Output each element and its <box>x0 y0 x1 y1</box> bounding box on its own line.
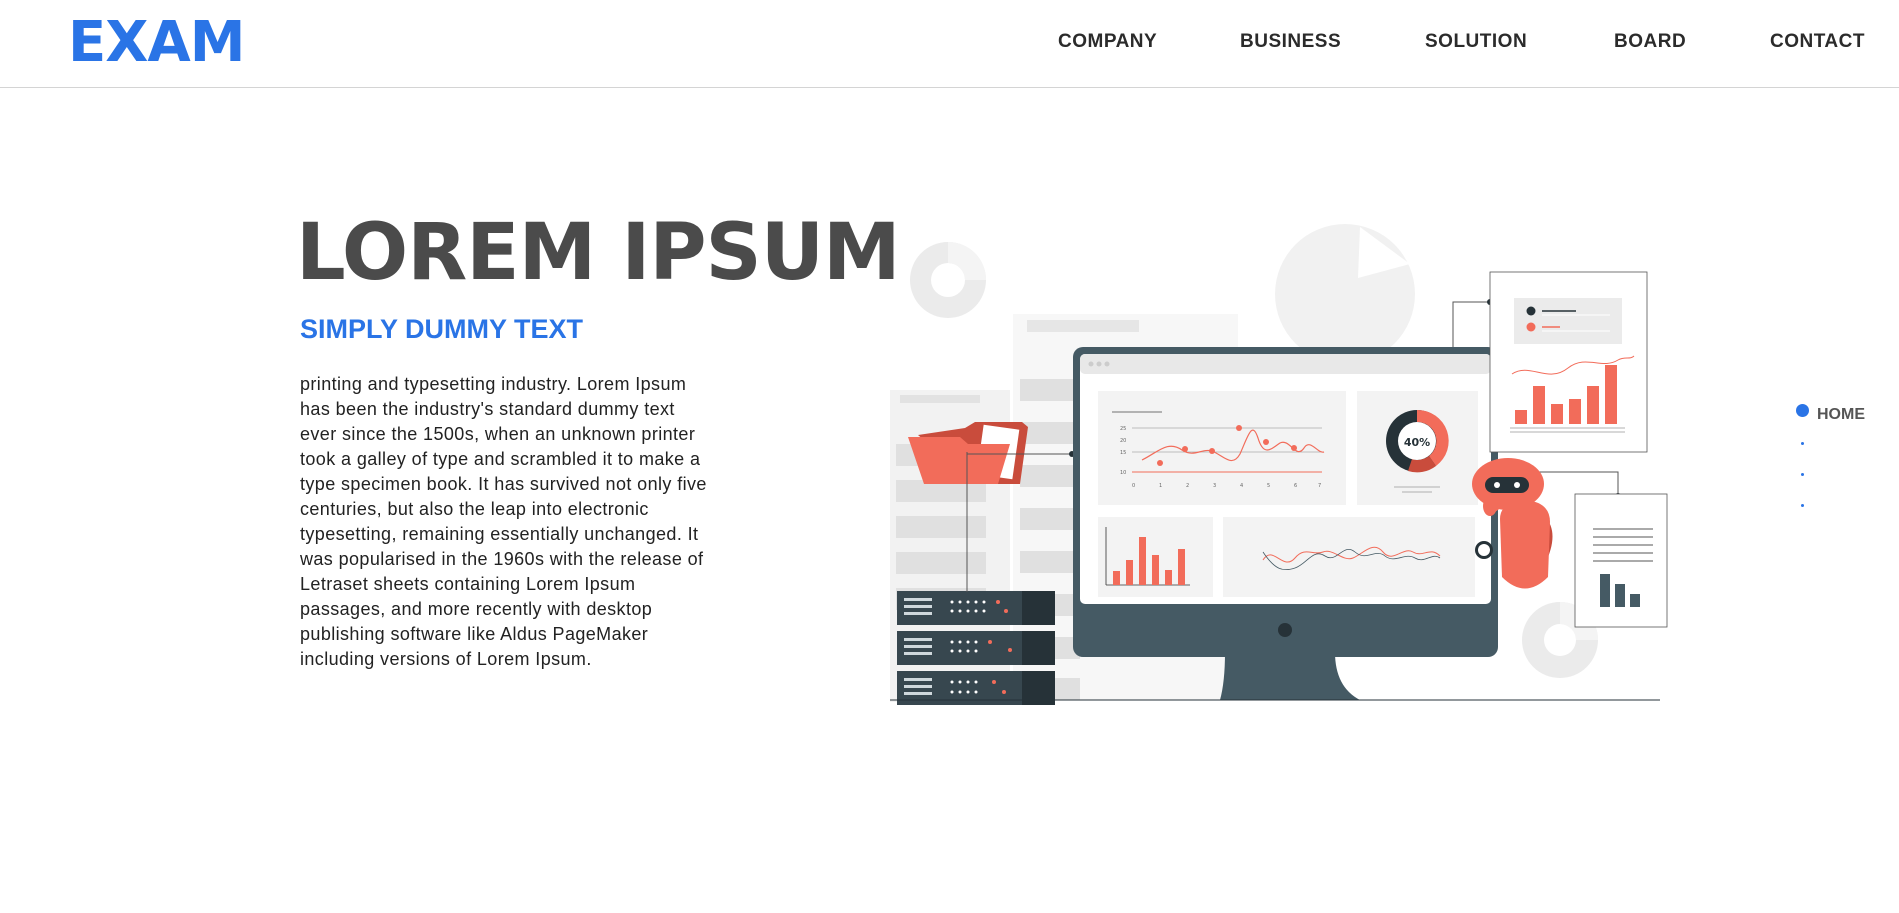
hero-title: LOREM IPSUM <box>296 208 901 298</box>
y-tick: 20 <box>1120 438 1126 444</box>
y-tick: 25 <box>1120 426 1126 432</box>
nav-company[interactable]: COMPANY <box>1058 31 1157 53</box>
dashboard-illustration: 25 20 15 10 0 1 2 3 4 5 6 7 40% <box>890 224 1668 705</box>
y-tick: 10 <box>1120 470 1126 476</box>
main-nav: COMPANY BUSINESS SOLUTION BOARD CONTACT <box>0 31 1899 57</box>
nav-contact[interactable]: CONTACT <box>1770 31 1865 53</box>
monitor-icon: 25 20 15 10 0 1 2 3 4 5 6 7 40% <box>1073 347 1498 700</box>
x-tick: 6 <box>1294 483 1297 489</box>
pagination-dot-3[interactable] <box>1801 473 1804 476</box>
nav-business[interactable]: BUSINESS <box>1240 31 1341 53</box>
x-tick: 2 <box>1186 483 1189 489</box>
hero-subtitle: SIMPLY DUMMY TEXT <box>300 314 584 344</box>
y-tick: 15 <box>1120 450 1126 456</box>
hero-body-text: printing and typesetting industry. Lorem… <box>300 374 707 669</box>
x-tick: 4 <box>1240 483 1243 489</box>
donut-percent-label: 40% <box>1404 436 1430 449</box>
nav-board[interactable]: BOARD <box>1614 31 1686 53</box>
pagination-dot-4[interactable] <box>1801 504 1804 507</box>
x-tick: 7 <box>1318 483 1321 489</box>
site-header: EXAM COMPANY BUSINESS SOLUTION BOARD CON… <box>0 0 1899 88</box>
x-tick: 0 <box>1132 483 1135 489</box>
report-card-top <box>1489 271 1648 453</box>
pagination-dot-2[interactable] <box>1801 442 1804 445</box>
x-tick: 1 <box>1159 483 1162 489</box>
server-stack-icon <box>897 591 1055 705</box>
x-tick: 3 <box>1213 483 1216 489</box>
nav-solution[interactable]: SOLUTION <box>1425 31 1527 53</box>
section-pagination: HOME <box>1795 404 1895 514</box>
pagination-label-home[interactable]: HOME <box>1817 404 1865 426</box>
pagination-dot-home[interactable] <box>1796 404 1809 417</box>
x-tick: 5 <box>1267 483 1270 489</box>
report-card-bottom <box>1574 493 1668 628</box>
